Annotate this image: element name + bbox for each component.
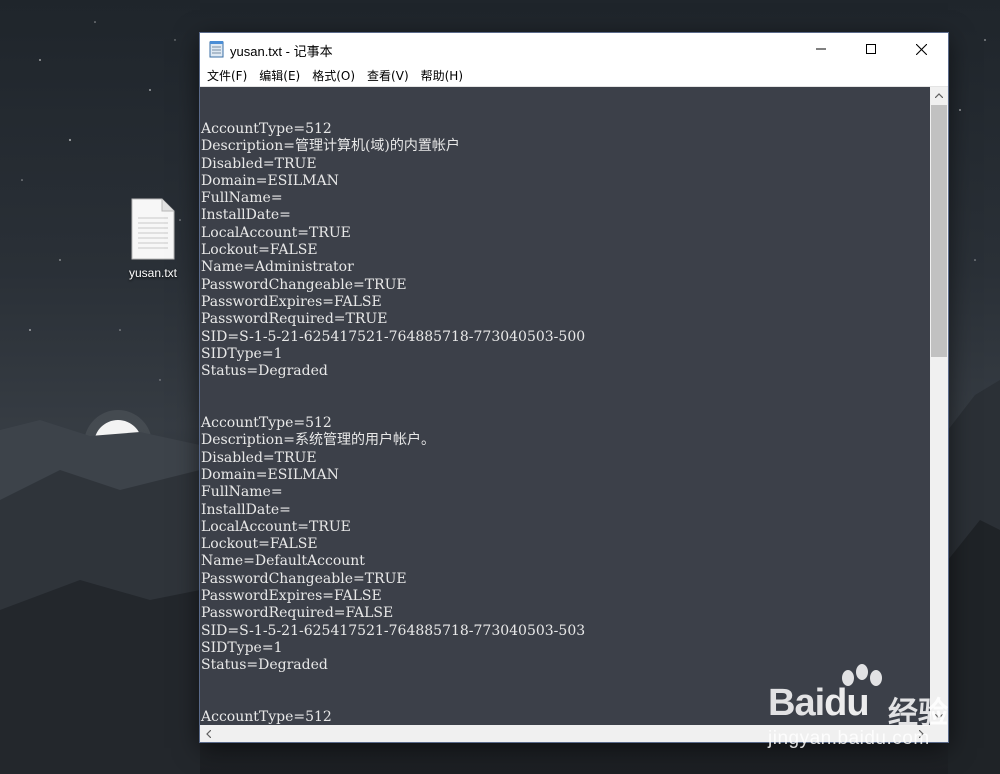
text-line: PasswordRequired=TRUE	[201, 311, 388, 328]
text-line: Disabled=TRUE	[201, 449, 317, 466]
window-title: yusan.txt - 记事本	[230, 44, 333, 59]
text-line: Lockout=FALSE	[201, 242, 318, 259]
text-editor[interactable]: AccountType=512 Description=管理计算机(域)的内置帐…	[200, 87, 930, 725]
text-line: LocalAccount=TRUE	[201, 224, 351, 241]
scroll-up-button[interactable]	[930, 87, 948, 104]
text-line: Domain=ESILMAN	[201, 172, 339, 189]
text-line: Description=管理计算机(域)的内置帐户	[201, 138, 460, 155]
vertical-scrollbar[interactable]	[930, 87, 948, 725]
scroll-thumb[interactable]	[931, 105, 947, 357]
minimize-button[interactable]	[798, 33, 844, 65]
text-line: Name=DefaultAccount	[201, 553, 365, 570]
notepad-window: yusan.txt - 记事本 文件(F) 编辑(E) 格式(O) 查看(V) …	[200, 33, 948, 742]
menu-file[interactable]: 文件(F)	[200, 66, 253, 86]
text-line: FullName=	[201, 484, 283, 501]
desktop-file-label: yusan.txt	[128, 266, 178, 280]
menu-help[interactable]: 帮助(H)	[415, 66, 469, 86]
text-line: Name=Administrator	[201, 259, 354, 276]
text-line: Description=系统管理的用户帐户。	[201, 432, 435, 449]
watermark-url: jingyan.baidu.com	[768, 728, 930, 749]
chevron-left-icon	[206, 729, 211, 738]
notepad-icon	[209, 40, 225, 58]
text-line: AccountType=512	[201, 121, 332, 137]
close-button[interactable]	[898, 33, 944, 65]
text-line: PasswordChangeable=TRUE	[201, 276, 407, 293]
text-file-icon	[130, 198, 176, 260]
text-line: FullName=	[201, 190, 283, 207]
jingyan-logo-text: 经验	[888, 696, 948, 731]
menu-bar: 文件(F) 编辑(E) 格式(O) 查看(V) 帮助(H)	[200, 65, 948, 87]
text-line: AccountType=512	[201, 709, 332, 725]
text-line: SID=S-1-5-21-625417521-764885718-7730405…	[201, 622, 586, 639]
text-line: LocalAccount=TRUE	[201, 518, 351, 535]
minimize-icon	[816, 48, 826, 50]
text-line: PasswordExpires=FALSE	[201, 293, 382, 310]
chevron-up-icon	[935, 93, 943, 98]
text-line: SIDType=1	[201, 639, 283, 656]
text-line: SIDType=1	[201, 345, 283, 362]
text-line: AccountType=512	[201, 415, 332, 432]
text-line: SID=S-1-5-21-625417521-764885718-7730405…	[201, 328, 586, 345]
baidu-jingyan-watermark: Baidu 经验 jingyan.baidu.com	[768, 664, 996, 764]
text-line: PasswordExpires=FALSE	[201, 588, 382, 605]
text-line: Status=Degraded	[201, 363, 328, 380]
text-line: Disabled=TRUE	[201, 155, 317, 172]
maximize-button[interactable]	[848, 33, 894, 65]
baidu-logo-text: Baidu	[768, 682, 870, 724]
editor-content: AccountType=512 Description=管理计算机(域)的内置帐…	[201, 121, 585, 725]
close-icon	[915, 43, 927, 55]
text-line: InstallDate=	[201, 501, 291, 518]
menu-view[interactable]: 查看(V)	[361, 66, 415, 86]
text-line: PasswordChangeable=TRUE	[201, 570, 407, 587]
text-line: Domain=ESILMAN	[201, 466, 339, 483]
menu-edit[interactable]: 编辑(E)	[253, 66, 306, 86]
menu-format[interactable]: 格式(O)	[306, 66, 361, 86]
text-line: Status=Degraded	[201, 657, 328, 674]
text-line: InstallDate=	[201, 207, 291, 224]
maximize-icon	[866, 44, 876, 54]
scroll-left-button[interactable]	[200, 725, 217, 742]
desktop-file-yusan[interactable]: yusan.txt	[118, 198, 188, 280]
title-bar[interactable]: yusan.txt - 记事本	[200, 33, 948, 65]
text-line: Lockout=FALSE	[201, 536, 318, 553]
text-line: PasswordRequired=FALSE	[201, 605, 394, 622]
